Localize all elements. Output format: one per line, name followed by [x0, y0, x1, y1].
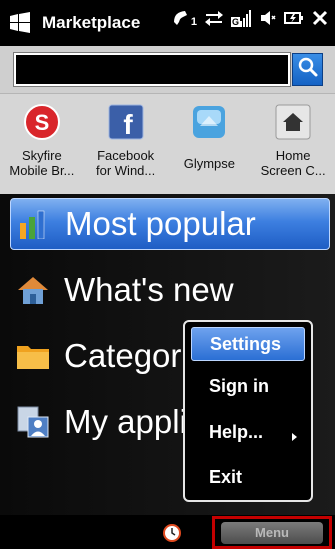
app-title: Marketplace: [42, 13, 141, 32]
softkey-bar: Menu: [0, 515, 335, 549]
featured-app-skyfire[interactable]: S Skyfire Mobile Br...: [0, 94, 84, 194]
user-apps-icon: [16, 405, 50, 439]
featured-app-label: Skyfire Mobile Br...: [9, 148, 75, 178]
facebook-icon: f: [106, 102, 146, 142]
menu-item-sign-in[interactable]: Sign in: [191, 369, 305, 403]
windows-logo-icon[interactable]: [8, 11, 34, 35]
folder-icon: [16, 339, 50, 373]
featured-apps-strip: S Skyfire Mobile Br... f Facebook for Wi…: [0, 94, 335, 194]
featured-app-home-screen[interactable]: Home Screen C...: [251, 94, 335, 194]
menu-softkey-label: Menu: [221, 521, 323, 544]
menu-softkey-button[interactable]: Menu: [212, 516, 332, 549]
skyfire-icon: S: [22, 102, 62, 142]
menu-item-label: Exit: [209, 466, 243, 487]
list-item-whats-new[interactable]: What's new: [0, 264, 335, 316]
featured-app-label: Facebook for Wind...: [96, 148, 156, 178]
featured-app-label: Home Screen C...: [260, 148, 326, 178]
svg-text:f: f: [123, 109, 133, 140]
search-input[interactable]: [13, 52, 291, 87]
menu-item-settings[interactable]: Settings: [191, 327, 305, 361]
phone-call-forward-icon[interactable]: 1: [171, 8, 197, 28]
list-item-most-popular[interactable]: Most popular: [10, 198, 330, 250]
volume-mute-icon[interactable]: [259, 9, 277, 27]
clock-icon[interactable]: [162, 523, 182, 543]
call-badge: 1: [190, 16, 197, 28]
popup-menu: Settings Sign in Help... Exit: [183, 320, 313, 502]
signal-g-icon[interactable]: G: [230, 9, 252, 27]
glympse-icon: [189, 102, 229, 142]
chevron-right-icon: [291, 426, 299, 447]
featured-app-facebook[interactable]: f Facebook for Wind...: [84, 94, 168, 194]
menu-item-label: Help...: [209, 421, 264, 442]
svg-text:S: S: [35, 110, 50, 135]
battery-charging-icon[interactable]: [284, 9, 304, 27]
house-new-icon: [16, 273, 50, 307]
menu-item-label: Sign in: [209, 375, 269, 396]
home-screen-icon: [273, 102, 313, 142]
bar-chart-icon: [17, 207, 51, 241]
close-icon[interactable]: [311, 9, 329, 27]
menu-item-exit[interactable]: Exit: [191, 460, 305, 494]
featured-app-glympse[interactable]: Glympse: [168, 94, 252, 194]
menu-item-help[interactable]: Help...: [191, 415, 305, 449]
featured-app-label: Glympse: [183, 156, 236, 171]
search-icon: [297, 56, 319, 83]
status-bar: Marketplace 1 G: [0, 0, 335, 46]
list-item-label: Most popular: [65, 205, 256, 242]
search-button[interactable]: [292, 53, 323, 86]
list-item-label: What's new: [64, 271, 234, 308]
search-bar: [0, 46, 335, 94]
menu-item-label: Settings: [210, 333, 282, 354]
signal-g-label: G: [230, 17, 240, 27]
data-sync-icon[interactable]: [204, 9, 224, 27]
